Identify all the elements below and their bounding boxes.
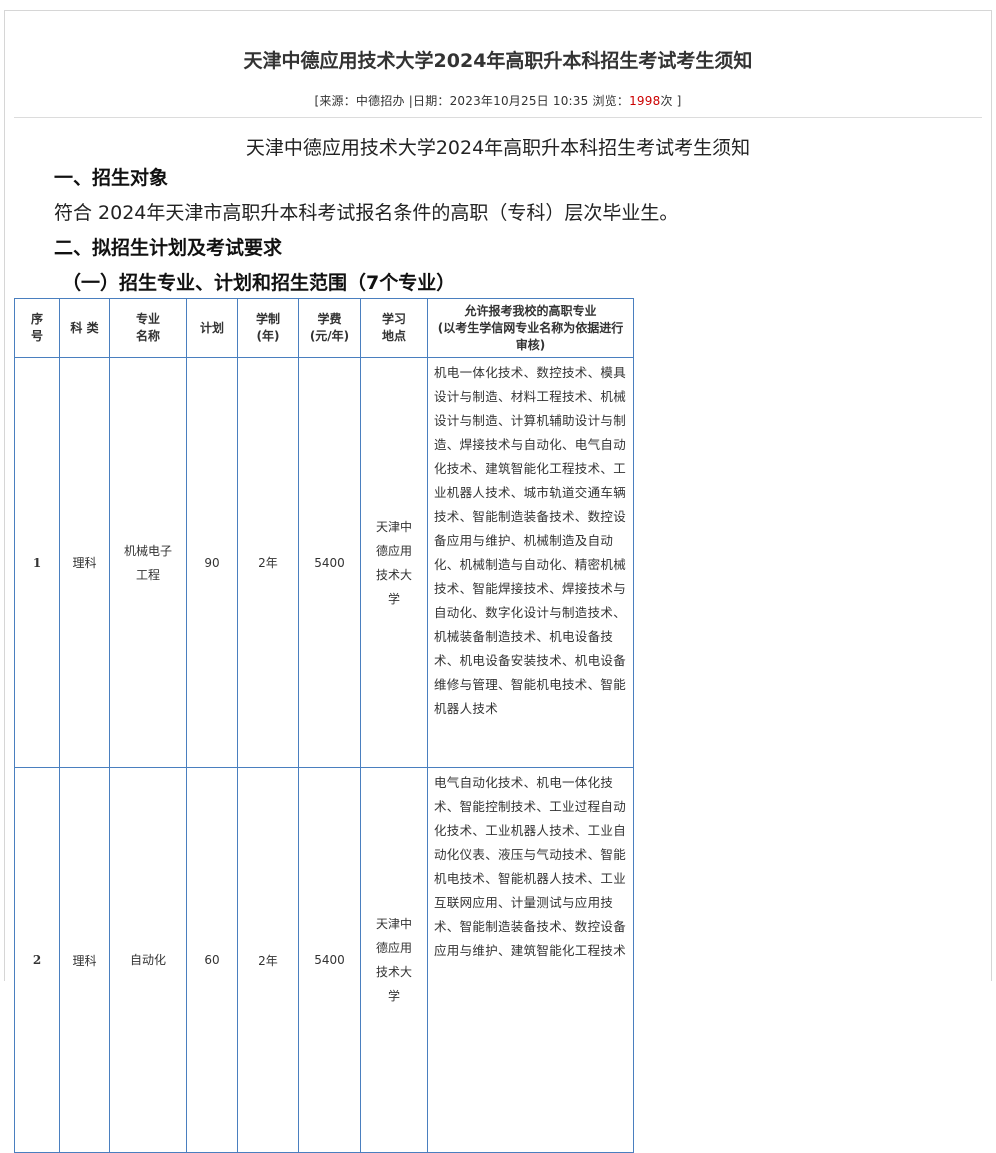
row-major: 自动化 <box>109 767 187 1153</box>
row-seq: 1 <box>14 357 60 768</box>
article-meta: [来源：中德招办 |日期：2023年10月25日 10:35 浏览：1998次 … <box>0 92 996 109</box>
meta-suffix: 次 ] <box>660 94 682 108</box>
header-allowed-title: 允许报考我校的高职专业 <box>464 303 597 318</box>
article-title: 天津中德应用技术大学2024年高职升本科招生考试考生须知 <box>243 50 753 72</box>
row-allowed-majors: 机电一体化技术、数控技术、模具设计与制造、材料工程技术、机械设计与制造、计算机辅… <box>427 357 634 768</box>
enrollment-table: 序号 科 类 专业名称 计划 学制(年) 学费(元/年) 学习地点 允许报考我校… <box>14 298 634 1153</box>
header-allowed: 允许报考我校的高职专业 (以考生学信网专业名称为依据进行审核) <box>427 298 634 358</box>
section-text-target: 符合 2024年天津市高职升本科考试报名条件的高职（专科）层次毕业生。 <box>54 202 679 224</box>
row-years: 2年 <box>237 357 299 768</box>
table-header-row: 序号 科 类 专业名称 计划 学制(年) 学费(元/年) 学习地点 允许报考我校… <box>14 298 634 358</box>
header-seq: 序号 <box>14 298 60 358</box>
row-location: 天津中德应用技术大学 <box>360 767 428 1153</box>
header-divider <box>14 117 982 118</box>
header-category: 科 类 <box>59 298 110 358</box>
row-allowed-majors: 电气自动化技术、机电一体化技术、智能控制技术、工业过程自动化技术、工业机器人技术… <box>427 767 634 1153</box>
row-years: 2年 <box>237 767 299 1153</box>
subsection-heading-majors: （一）招生专业、计划和招生范围（7个专业） <box>62 272 456 294</box>
row-major: 机械电子工程 <box>109 357 187 768</box>
row-plan: 60 <box>186 767 238 1153</box>
row-seq: 2 <box>14 767 60 1153</box>
header-major: 专业名称 <box>109 298 187 358</box>
header-allowed-note: (以考生学信网专业名称为依据进行审核) <box>437 320 624 352</box>
row-plan: 90 <box>186 357 238 768</box>
header-plan: 计划 <box>186 298 238 358</box>
article-subtitle: 天津中德应用技术大学2024年高职升本科招生考试考生须知 <box>245 137 751 159</box>
row-location: 天津中德应用技术大学 <box>360 357 428 768</box>
view-count: 1998 <box>629 94 661 108</box>
row-category: 理科 <box>59 767 110 1153</box>
row-category: 理科 <box>59 357 110 768</box>
section-heading-target: 一、招生对象 <box>54 167 169 189</box>
table-row: 1 理科 机械电子工程 90 2年 5400 天津中德应用技术大学 机电一体化技… <box>14 357 634 768</box>
row-fee: 5400 <box>298 357 361 768</box>
table-row: 2 理科 自动化 60 2年 5400 天津中德应用技术大学 电气自动化技术、机… <box>14 767 634 1153</box>
section-heading-plan: 二、拟招生计划及考试要求 <box>54 237 283 259</box>
header-fee: 学费(元/年) <box>298 298 361 358</box>
meta-source-date: [来源：中德招办 |日期：2023年10月25日 10:35 浏览： <box>314 94 630 108</box>
header-years: 学制(年) <box>237 298 299 358</box>
header-location: 学习地点 <box>360 298 428 358</box>
row-fee: 5400 <box>298 767 361 1153</box>
